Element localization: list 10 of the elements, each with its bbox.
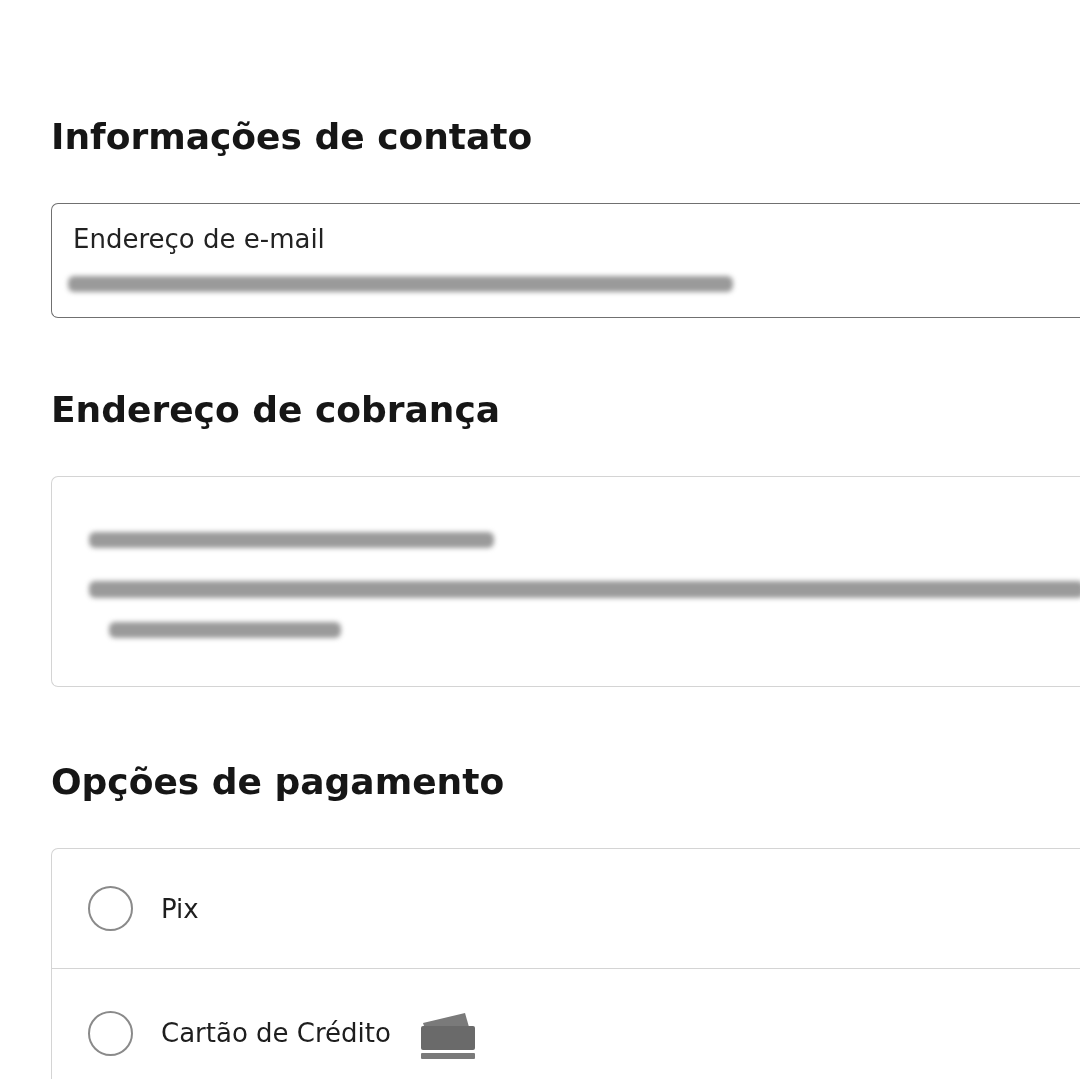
radio-button[interactable]	[88, 1011, 133, 1056]
option-label[interactable]: Pix	[161, 892, 199, 925]
cards-icon	[418, 1011, 477, 1059]
email-field[interactable]: Endereço de e-mail	[51, 203, 1080, 318]
field-label: Endereço de e-mail	[73, 224, 325, 254]
section-heading: Opções de pagamento	[51, 760, 505, 804]
radio-button[interactable]	[88, 886, 133, 931]
option-label[interactable]: Cartão de Crédito	[161, 1017, 391, 1049]
section-heading: Informações de contato	[51, 115, 533, 159]
section-heading: Endereço de cobrança	[51, 388, 501, 432]
